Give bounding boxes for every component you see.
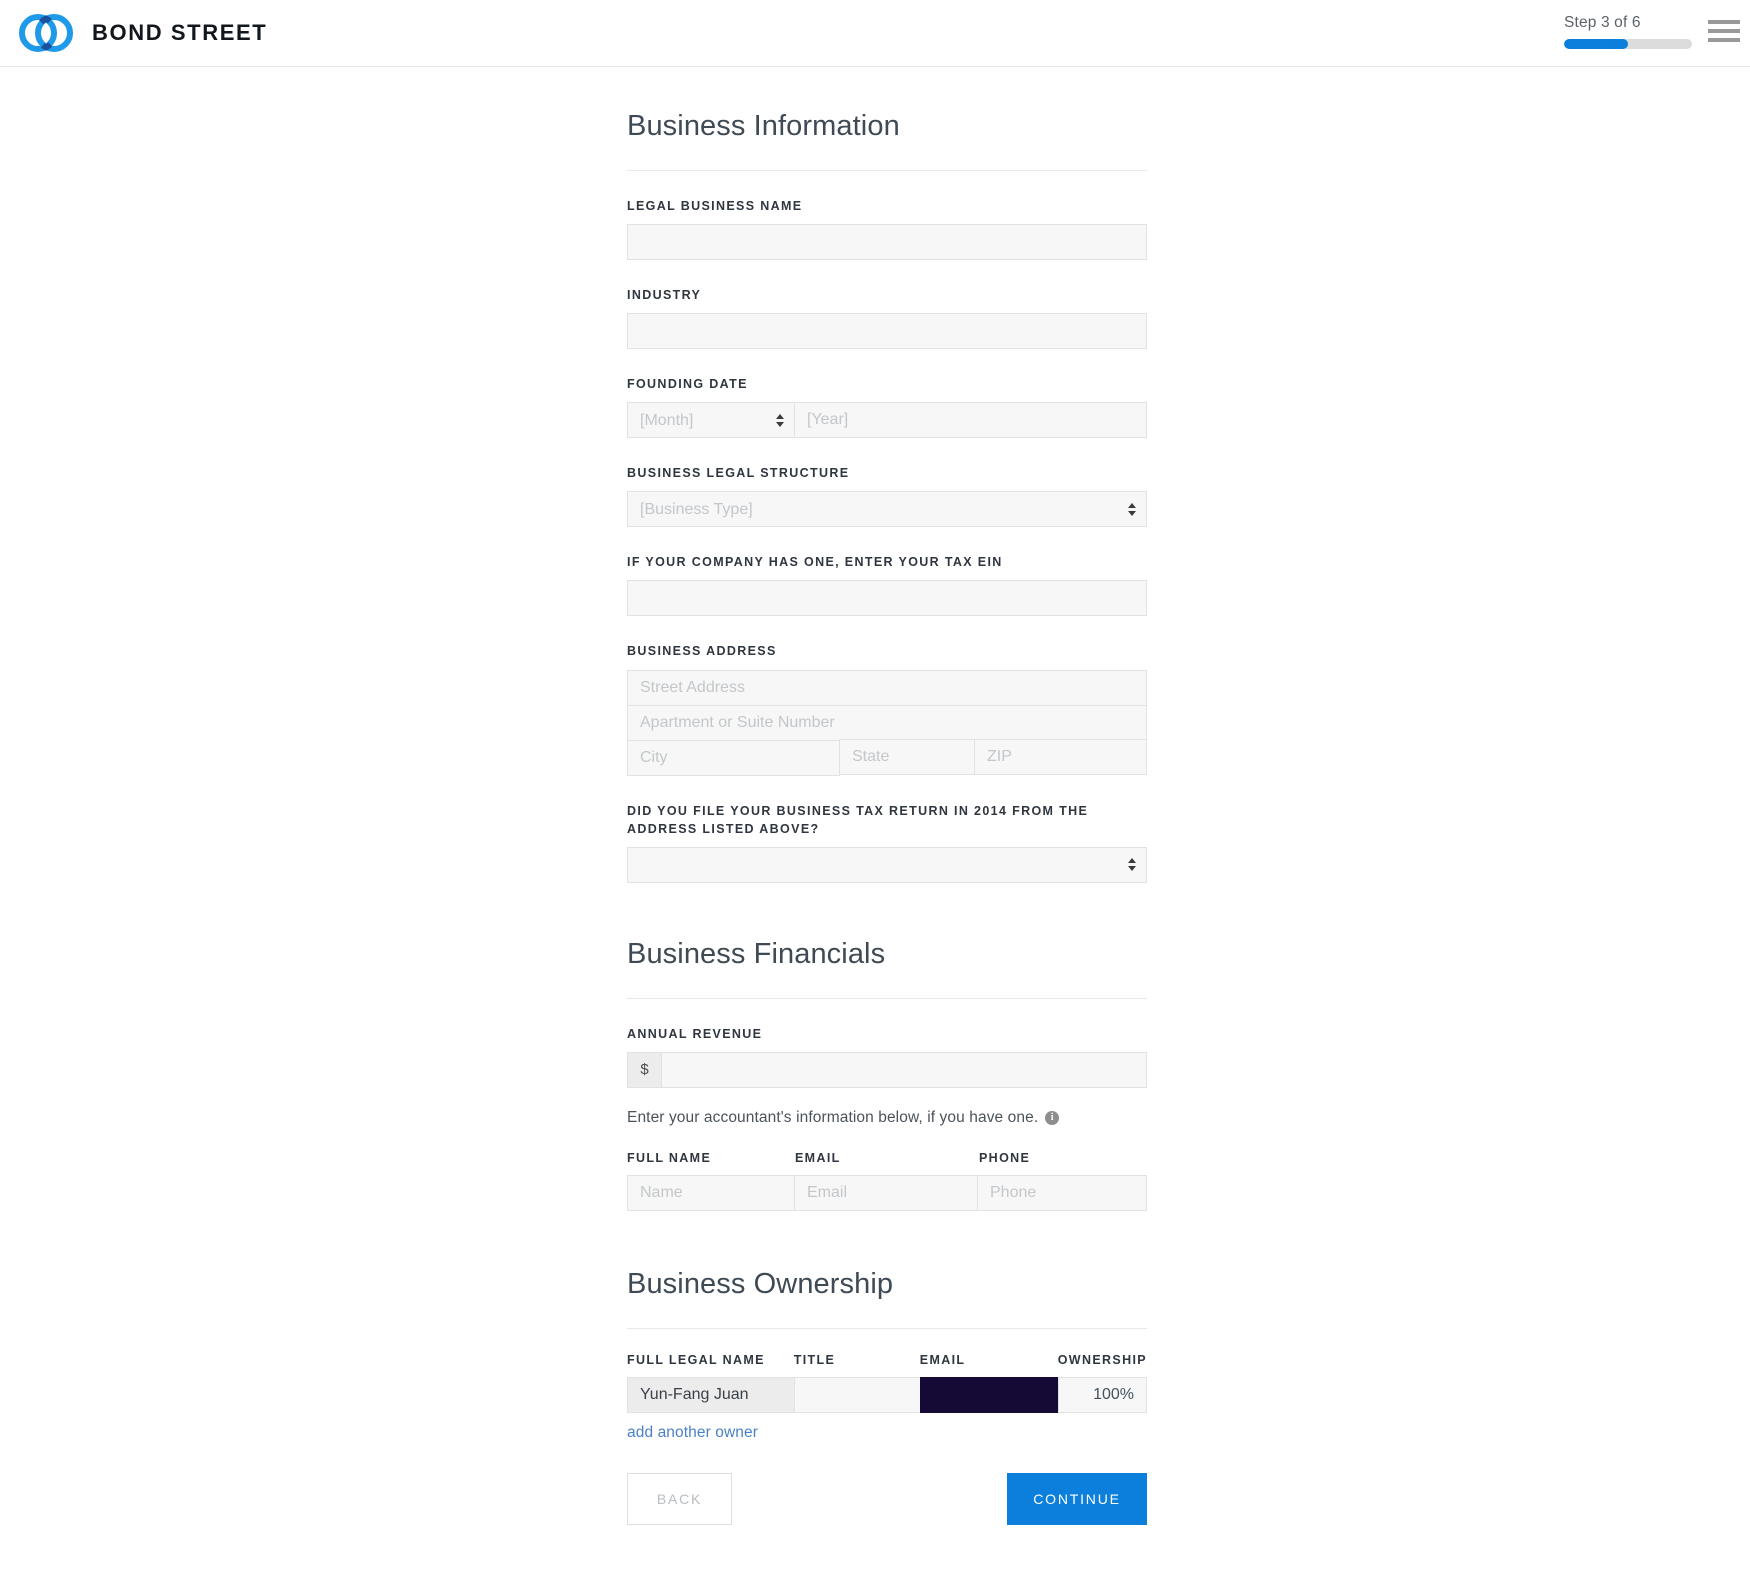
back-button[interactable]: BACK [627, 1472, 732, 1525]
hamburger-menu-icon[interactable] [1708, 18, 1740, 44]
accountant-fields-row [627, 1174, 1147, 1211]
progress-fill [1564, 38, 1628, 49]
label-annual-revenue: ANNUAL REVENUE [627, 1026, 763, 1041]
hamburger-bar [1708, 38, 1740, 42]
progress-indicator: Step 3 of 6 [1564, 14, 1692, 49]
apartment-suite-input[interactable] [627, 704, 1147, 741]
label-accountant-full-name: FULL NAME [627, 1150, 712, 1165]
section-divider [627, 169, 1147, 171]
legal-business-name-input[interactable] [627, 223, 1147, 260]
owner-email-input[interactable] [920, 1376, 1059, 1413]
section-divider [627, 1327, 1147, 1329]
section-divider [627, 997, 1147, 999]
accountant-helper-text: Enter your accountant's information belo… [627, 1108, 1039, 1126]
state-input[interactable] [839, 738, 975, 775]
city-input[interactable] [627, 739, 840, 776]
label-tax-ein: IF YOUR COMPANY HAS ONE, ENTER YOUR TAX … [627, 555, 1003, 570]
founding-date-row: [Month] [627, 402, 1147, 439]
form-actions: BACK CONTINUE [627, 1472, 1147, 1565]
two-interlocking-rings-logo-icon [19, 14, 73, 52]
owner-title-input[interactable] [794, 1376, 921, 1413]
label-owner-title: TITLE [793, 1352, 836, 1367]
tax-return-answer-wrap [627, 846, 1147, 883]
brand-logo[interactable]: BOND STREET [18, 11, 267, 55]
industry-input[interactable] [627, 313, 1147, 350]
label-tax-return-question: DID YOU FILE YOUR BUSINESS TAX RETURN IN… [627, 803, 1089, 836]
info-icon[interactable]: i [1045, 1110, 1060, 1125]
owner-ownership-percent-input[interactable] [1058, 1376, 1147, 1413]
field-tax-ein: IF YOUR COMPANY HAS ONE, ENTER YOUR TAX … [627, 553, 1147, 617]
label-legal-business-name: LEGAL BUSINESS NAME [627, 198, 803, 213]
business-type-select[interactable]: [Business Type] [627, 491, 1147, 528]
field-business-address: BUSINESS ADDRESS [627, 642, 1147, 776]
owner-full-legal-name-input[interactable] [627, 1376, 795, 1413]
label-founding-date: FOUNDING DATE [627, 377, 748, 392]
add-another-owner-link[interactable]: add another owner [627, 1424, 758, 1442]
accountant-name-input[interactable] [627, 1174, 795, 1211]
accountant-email-input[interactable] [794, 1174, 978, 1211]
founding-month-select[interactable]: [Month] [627, 402, 795, 439]
accountant-column-headers: FULL NAME EMAIL PHONE [627, 1149, 1147, 1175]
field-founding-date: FOUNDING DATE [Month] [627, 375, 1147, 439]
accountant-phone-input[interactable] [977, 1174, 1147, 1211]
label-accountant-phone: PHONE [979, 1150, 1031, 1165]
owner-row [627, 1376, 1147, 1413]
field-legal-business-name: LEGAL BUSINESS NAME [627, 197, 1147, 260]
ownership-column-headers: FULL LEGAL NAME TITLE EMAIL OWNERSHIP [627, 1351, 1147, 1377]
zip-input[interactable] [974, 738, 1147, 775]
section-title-business-ownership: Business Ownership [627, 1267, 894, 1300]
street-address-input[interactable] [627, 669, 1147, 706]
field-annual-revenue: ANNUAL REVENUE $ [627, 1025, 1147, 1088]
label-owner-full-legal-name: FULL LEGAL NAME [627, 1352, 765, 1367]
application-form: Business Information LEGAL BUSINESS NAME… [627, 67, 1147, 1565]
label-business-address: BUSINESS ADDRESS [627, 644, 777, 659]
annual-revenue-group: $ [627, 1051, 1147, 1088]
currency-symbol-addon: $ [627, 1051, 661, 1088]
step-label: Step 3 of 6 [1564, 14, 1641, 31]
founding-year-input[interactable] [794, 402, 1147, 439]
section-title-business-information: Business Information [627, 110, 900, 142]
field-business-legal-structure: BUSINESS LEGAL STRUCTURE [Business Type] [627, 464, 1147, 528]
annual-revenue-input[interactable] [661, 1051, 1147, 1088]
field-tax-return-question: DID YOU FILE YOUR BUSINESS TAX RETURN IN… [627, 802, 1147, 883]
tax-ein-input[interactable] [627, 580, 1147, 617]
continue-button[interactable]: CONTINUE [1007, 1472, 1147, 1525]
label-industry: INDUSTRY [627, 287, 702, 302]
tax-return-answer-select[interactable] [627, 846, 1147, 883]
hamburger-bar [1708, 20, 1740, 24]
business-type-wrap: [Business Type] [627, 491, 1147, 528]
label-business-legal-structure: BUSINESS LEGAL STRUCTURE [627, 466, 850, 481]
label-accountant-email: EMAIL [795, 1150, 841, 1165]
accountant-helper-text-row: Enter your accountant's information belo… [627, 1109, 1147, 1127]
hamburger-bar [1708, 29, 1740, 33]
section-title-business-financials: Business Financials [627, 937, 886, 970]
founding-month-wrap: [Month] [627, 402, 795, 439]
brand-name: BOND STREET [92, 20, 268, 45]
page-body: Business Information LEGAL BUSINESS NAME… [0, 67, 1750, 1565]
city-state-zip-row [627, 738, 1147, 776]
field-industry: INDUSTRY [627, 286, 1147, 350]
app-header: BOND STREET Step 3 of 6 [0, 0, 1750, 67]
label-owner-ownership: OWNERSHIP [1057, 1352, 1147, 1367]
label-owner-email: EMAIL [919, 1352, 966, 1367]
progress-track [1564, 38, 1692, 49]
